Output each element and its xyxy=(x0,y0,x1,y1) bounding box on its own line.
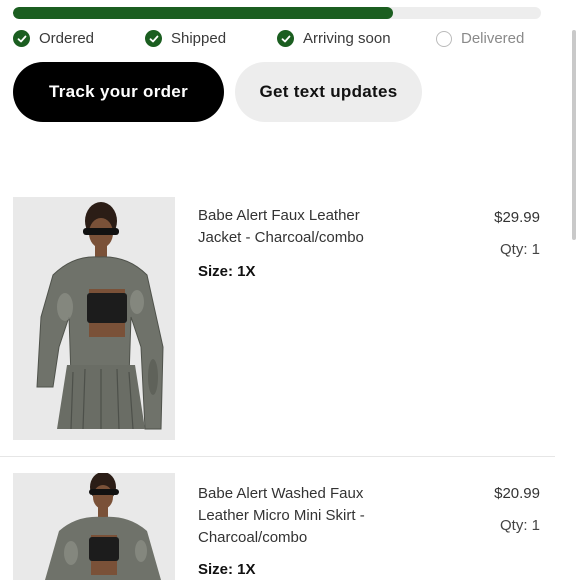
step-delivered: Delivered xyxy=(436,30,524,47)
product-image[interactable] xyxy=(13,197,175,440)
item-divider xyxy=(0,456,555,457)
empty-circle-icon xyxy=(436,30,452,47)
item-quantity: Qty: 1 xyxy=(499,241,540,258)
item-price: $29.99 xyxy=(494,209,540,226)
step-label: Ordered xyxy=(39,30,95,47)
item-size: Size: 1X xyxy=(198,263,256,280)
check-circle-icon xyxy=(277,30,294,47)
product-photo-skirt-icon xyxy=(13,473,175,580)
check-circle-icon xyxy=(145,30,162,47)
track-order-button[interactable]: Track your order xyxy=(13,62,224,122)
item-size: Size: 1X xyxy=(198,561,256,578)
item-price: $20.99 xyxy=(494,485,540,502)
step-label: Delivered xyxy=(461,30,525,47)
step-shipped: Shipped xyxy=(145,30,226,47)
order-status-page: Ordered Shipped Arriving soon Delivered … xyxy=(0,0,580,580)
step-label: Arriving soon xyxy=(303,30,391,47)
order-item: Babe Alert Faux Leather Jacket - Charcoa… xyxy=(0,197,555,456)
step-arriving-soon: Arriving soon xyxy=(277,30,391,47)
check-circle-icon xyxy=(13,30,30,47)
order-progress-fill xyxy=(13,7,394,19)
item-quantity: Qty: 1 xyxy=(499,517,540,534)
item-name[interactable]: Babe Alert Faux Leather Jacket - Charcoa… xyxy=(198,205,398,249)
order-progress-bar xyxy=(13,7,541,19)
order-steps: Ordered Shipped Arriving soon Delivered xyxy=(0,30,560,52)
item-name[interactable]: Babe Alert Washed Faux Leather Micro Min… xyxy=(198,483,398,549)
order-item: Babe Alert Washed Faux Leather Micro Min… xyxy=(0,473,555,580)
product-photo-jacket-icon xyxy=(13,197,175,440)
step-ordered: Ordered xyxy=(13,30,94,47)
step-label: Shipped xyxy=(171,30,227,47)
text-updates-button[interactable]: Get text updates xyxy=(235,62,422,122)
product-image[interactable] xyxy=(13,473,175,580)
scrollbar[interactable] xyxy=(572,30,576,240)
